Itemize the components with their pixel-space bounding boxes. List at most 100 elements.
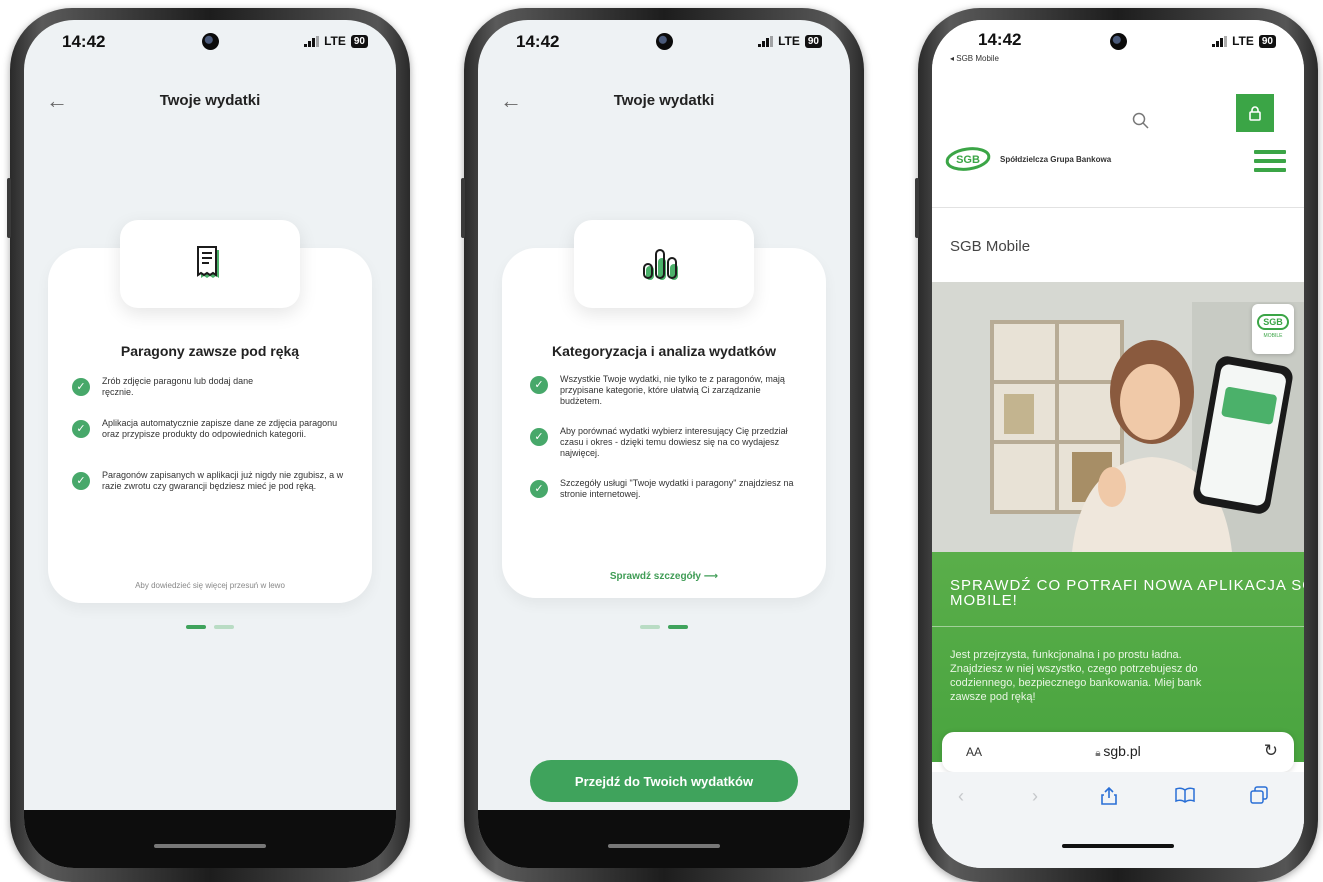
bullet-text: Paragonów zapisanych w aplikacji już nig…: [102, 470, 344, 491]
badge-logo: SGB: [1257, 314, 1289, 330]
bullet-text: Wszystkie Twoje wydatki, nie tylko te z …: [560, 374, 785, 406]
status-icons: LTE 90: [1212, 34, 1276, 48]
promo-section: SPRAWDŹ CO POTRAFI NOWA APLIKACJA SGB MO…: [932, 552, 1304, 762]
bullet-item: ✓ Wszystkie Twoje wydatki, nie tylko te …: [530, 374, 802, 407]
hero-photo: SGB MOBILE: [932, 282, 1304, 552]
home-indicator[interactable]: [154, 844, 266, 848]
browser-toolbar: ‹ ›: [932, 772, 1304, 824]
site-header: 14:42 LTE 90 ◂ SGB Mobile SGB Spółdzielc…: [932, 20, 1304, 210]
receipt-icon: [197, 246, 219, 278]
promo-divider: [932, 626, 1304, 627]
card-icon-box: [574, 220, 754, 308]
bullet-item: ✓ Zrób zdjęcie paragonu lub dodaj dane r…: [72, 376, 348, 398]
swipe-hint: Aby dowiedzieć się więcej przesuń w lewo: [135, 581, 285, 590]
status-bar: 14:42 LTE 90: [24, 20, 396, 60]
battery-icon: 90: [804, 34, 822, 48]
bullet-text: Zrób zdjęcie paragonu lub dodaj dane ręc…: [102, 376, 254, 397]
home-indicator[interactable]: [608, 844, 720, 848]
card-title: Kategoryzacja i analiza wydatków: [551, 343, 777, 359]
bullet-item: ✓ Paragonów zapisanych w aplikacji już n…: [72, 470, 348, 492]
pager-dot: [214, 625, 234, 629]
battery-icon: 90: [350, 34, 368, 48]
url-text: sgb.pl: [1103, 743, 1141, 759]
home-indicator[interactable]: [1062, 844, 1174, 848]
bullet-item: ✓ Szczegóły usługi "Twoje wydatki i para…: [530, 478, 802, 500]
back-to-app-link[interactable]: ◂ SGB Mobile: [950, 54, 999, 63]
search-icon[interactable]: [1132, 112, 1150, 135]
lock-icon[interactable]: [1236, 94, 1274, 132]
bank-logo[interactable]: SGB Spółdzielcza Grupa Bankowa: [944, 146, 1111, 172]
app-screen: 14:42 LTE 90 ← Twoje wydatki Paragony za…: [24, 20, 396, 868]
network-label: LTE: [1232, 34, 1254, 48]
status-time: 14:42: [978, 30, 1022, 49]
page-title: Twoje wydatki: [613, 92, 715, 109]
svg-text:SGB: SGB: [956, 154, 980, 166]
pager-dots: [640, 625, 688, 629]
go-to-expenses-button[interactable]: Przejdź do Twoich wydatków: [530, 760, 798, 802]
status-time: 14:42: [62, 32, 106, 51]
phone-browser: 14:42 LTE 90 ◂ SGB Mobile SGB Spółdzielc…: [915, 8, 1318, 882]
front-camera: [1110, 33, 1127, 50]
network-label: LTE: [324, 34, 346, 48]
signal-icon: [304, 35, 320, 47]
url-field[interactable]: 🔒︎ sgb.pl: [942, 743, 1294, 759]
pager-dots: [186, 625, 234, 629]
forward-icon[interactable]: ›: [1032, 786, 1038, 807]
bookmarks-icon[interactable]: [1174, 786, 1196, 809]
bullet-item: ✓ Aplikacja automatycznie zapisze dane z…: [72, 418, 348, 440]
check-icon: ✓: [72, 378, 90, 396]
front-camera: [202, 33, 219, 50]
hamburger-menu-icon[interactable]: [1254, 150, 1286, 177]
signal-icon: [758, 35, 774, 47]
app-header: ← Twoje wydatki: [478, 86, 850, 116]
header-divider: [932, 207, 1304, 208]
promo-title: SPRAWDŹ CO POTRAFI NOWA APLIKACJA SGB MO…: [950, 577, 1304, 609]
check-icon: ✓: [530, 480, 548, 498]
signal-icon: [1212, 35, 1228, 47]
bullet-text: Aplikacja automatycznie zapisze dane ze …: [102, 418, 338, 439]
status-time: 14:42: [516, 32, 560, 51]
hero-illustration: [932, 282, 1304, 552]
check-icon: ✓: [530, 376, 548, 394]
sgb-logo-mark: SGB: [945, 147, 991, 171]
check-icon: ✓: [530, 428, 548, 446]
check-icon: ✓: [72, 472, 90, 490]
status-icons: LTE 90: [304, 34, 368, 48]
phone-categories: 14:42 LTE 90 ← Twoje wydatki Kategoryzac…: [461, 8, 864, 882]
back-icon[interactable]: ‹: [958, 786, 964, 807]
badge-subtitle: MOBILE: [1263, 333, 1283, 339]
bank-name: Spółdzielcza Grupa Bankowa: [1000, 154, 1112, 164]
promo-text: Jest przejrzysta, funkcjonalna i po pros…: [950, 649, 1202, 703]
card-icon-box: [120, 220, 300, 308]
status-bar: 14:42 LTE 90: [478, 20, 850, 60]
pager-dot-active: [668, 625, 688, 629]
app-header: ← Twoje wydatki: [24, 86, 396, 116]
bottom-bezel: [24, 810, 396, 868]
bottom-bezel: [932, 820, 1304, 868]
front-camera: [656, 33, 673, 50]
page-heading: SGB Mobile: [950, 238, 1031, 255]
side-button: [915, 178, 919, 238]
bullet-text: Szczegóły usługi "Twoje wydatki i parago…: [560, 478, 794, 499]
pager-dot: [640, 625, 660, 629]
address-bar[interactable]: AA 🔒︎ sgb.pl ↻: [942, 732, 1294, 772]
page-title: Twoje wydatki: [159, 92, 261, 109]
network-label: LTE: [778, 34, 800, 48]
browser-screen: 14:42 LTE 90 ◂ SGB Mobile SGB Spółdzielc…: [932, 20, 1304, 868]
share-icon[interactable]: [1100, 786, 1118, 811]
app-screen: 14:42 LTE 90 ← Twoje wydatki Kategoryzac…: [478, 20, 850, 868]
pager-dot-active: [186, 625, 206, 629]
tabs-icon[interactable]: [1250, 786, 1268, 809]
check-icon: ✓: [72, 420, 90, 438]
bullet-item: ✓ Aby porównać wydatki wybierz interesuj…: [530, 426, 802, 459]
reload-icon[interactable]: ↻: [1264, 741, 1278, 761]
bullet-text: Aby porównać wydatki wybierz interesując…: [560, 426, 788, 458]
bar-chart-icon: [643, 249, 678, 280]
status-icons: LTE 90: [758, 34, 822, 48]
phone-receipts: 14:42 LTE 90 ← Twoje wydatki Paragony za…: [7, 8, 410, 882]
side-button: [461, 178, 465, 238]
bottom-bezel: [478, 810, 850, 868]
card-title: Paragony zawsze pod ręką: [120, 343, 300, 359]
details-link[interactable]: Sprawdź szczegóły ⟶: [502, 571, 826, 582]
sgb-mobile-badge: SGB MOBILE: [1252, 304, 1294, 354]
